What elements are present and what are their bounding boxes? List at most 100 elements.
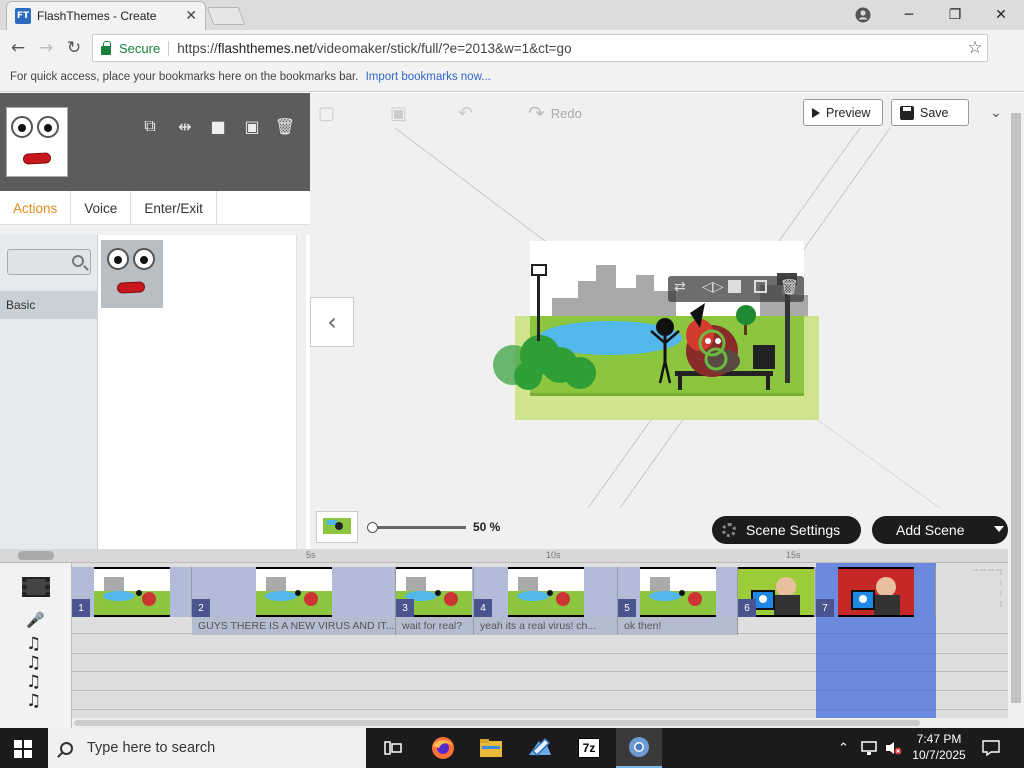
scene-1[interactable]: 1 <box>72 567 192 617</box>
scene-thumbnail-preview[interactable] <box>316 511 358 543</box>
dialog-clip[interactable]: ok then! <box>618 617 738 635</box>
zoom-slider-handle[interactable] <box>367 522 378 533</box>
windows-start-icon[interactable] <box>14 740 32 758</box>
character-thumbnail[interactable] <box>6 107 68 177</box>
7zip-icon[interactable]: 7z <box>566 728 612 768</box>
taskbar-search-placeholder: Type here to search <box>87 740 216 756</box>
page-scrollbar-thumb[interactable] <box>1011 113 1021 703</box>
url-scheme: https:// <box>177 40 218 56</box>
address-bar[interactable]: Secure https://flashthemes.net/videomake… <box>92 34 988 62</box>
send-back-icon[interactable] <box>754 280 767 293</box>
browser-tab[interactable]: FT FlashThemes - Create ✕ <box>6 1 206 30</box>
dialog-clip[interactable]: yeah its a real virus! ch... <box>474 617 618 635</box>
dialog-clip[interactable]: wait for real? <box>396 617 474 635</box>
file-explorer-icon[interactable] <box>468 728 514 768</box>
clock-time: 7:47 PM <box>916 732 962 746</box>
profile-icon[interactable] <box>840 0 886 30</box>
preview-button[interactable]: Preview <box>803 99 883 126</box>
zoom-slider-track[interactable] <box>372 526 466 529</box>
minimize-icon[interactable]: ─ <box>886 0 932 30</box>
collapse-panel-button[interactable]: ‹ <box>310 297 354 347</box>
network-icon[interactable] <box>861 728 879 768</box>
close-window-icon[interactable]: ✕ <box>978 0 1024 30</box>
dialog-clip[interactable]: GUYS THERE IS A NEW VIRUS AND IT... <box>192 617 396 635</box>
redo-button[interactable]: ↷ Redo <box>528 101 582 125</box>
import-bookmarks-link[interactable]: Import bookmarks now... <box>366 71 491 83</box>
timeline-zoom-handle[interactable] <box>18 551 54 560</box>
favicon-icon: FT <box>15 8 31 24</box>
scene-number: 3 <box>396 599 414 617</box>
scene-3[interactable]: 3 <box>396 567 474 617</box>
windows-taskbar: Type here to search 7z ⌃ 7:47 PM 10/7/20… <box>0 728 1024 768</box>
play-icon <box>812 107 820 118</box>
scene-number: 4 <box>474 599 492 617</box>
reload-icon[interactable]: ↻ <box>62 36 86 60</box>
eye-icon <box>11 116 33 138</box>
swap-character-icon[interactable]: ⧉ <box>138 115 162 137</box>
url-path: /videomaker/stick/full/?e=2013&w=1&ct=go <box>313 40 572 56</box>
bring-forward-icon[interactable] <box>728 280 741 293</box>
scene-settings-button[interactable]: Scene Settings <box>712 516 861 544</box>
undo-icon[interactable]: ↶ <box>458 103 473 124</box>
eye-icon <box>107 248 129 270</box>
chevron-down-icon[interactable]: ⌄ <box>990 105 1002 121</box>
task-view-icon[interactable] <box>370 728 416 768</box>
scene-2[interactable]: 2 <box>192 567 396 617</box>
trash-icon[interactable]: 🗑 <box>273 115 297 137</box>
browser-toolbar: ← → ↻ Secure https://flashthemes.net/vid… <box>0 30 1024 66</box>
firefox-icon[interactable] <box>420 728 466 768</box>
forward-arrow-icon[interactable]: → <box>34 36 58 60</box>
flip-character-icon[interactable]: ⇹ <box>173 115 197 137</box>
taskbar-search[interactable]: Type here to search <box>48 728 366 768</box>
scene-6[interactable]: 6 <box>738 567 816 617</box>
timeline-scrollbar[interactable] <box>72 718 1008 728</box>
add-scene-button[interactable]: Add Scene <box>872 516 1008 544</box>
tab-voice[interactable]: Voice <box>71 191 132 225</box>
save-label: Save <box>920 105 949 120</box>
clock-date: 10/7/2025 <box>912 748 966 762</box>
panel-scrollbar[interactable] <box>296 235 306 549</box>
delete-icon[interactable]: 🗑 <box>780 278 799 296</box>
cut-icon[interactable]: ▢ <box>318 103 335 124</box>
copy-icon[interactable]: ▣ <box>390 103 407 124</box>
chrome-icon[interactable] <box>616 728 662 768</box>
scene-4[interactable]: 4 <box>474 567 618 617</box>
tab-actions[interactable]: Actions <box>0 191 72 225</box>
page-scrollbar[interactable] <box>1008 93 1024 728</box>
search-icon[interactable] <box>72 255 84 267</box>
timeline-scrollbar-thumb[interactable] <box>74 720 920 726</box>
swap-icon[interactable]: ⇄ <box>674 279 686 295</box>
save-button[interactable]: Save <box>891 99 969 126</box>
scene-number: 6 <box>738 599 756 617</box>
url-text[interactable]: https://flashthemes.net/videomaker/stick… <box>177 41 571 56</box>
dropdown-arrow-icon[interactable] <box>994 526 1004 532</box>
zoom-label: 50 % <box>473 520 501 534</box>
tab-close-icon[interactable]: ✕ <box>185 8 197 24</box>
system-clock[interactable]: 7:47 PM 10/7/2025 <box>906 731 972 763</box>
paint-icon[interactable] <box>517 728 563 768</box>
bring-to-front-icon[interactable]: ■ <box>206 115 230 137</box>
bookmark-star-icon[interactable]: ☆ <box>963 36 987 60</box>
ruler-tick: 15s <box>786 550 801 560</box>
category-basic[interactable]: Basic <box>0 291 98 319</box>
gear-icon <box>722 523 736 537</box>
flip-icon[interactable]: ◁▷ <box>702 279 724 295</box>
tab-enter-exit[interactable]: Enter/Exit <box>131 191 217 225</box>
scene-5[interactable]: 5 <box>618 567 738 617</box>
add-scene-placeholder[interactable] <box>972 569 1002 607</box>
notification-icon[interactable] <box>982 728 1000 768</box>
bookmarks-bar: For quick access, place your bookmarks h… <box>0 66 1024 92</box>
search-input[interactable] <box>7 249 91 275</box>
show-hidden-icons-chevron-icon[interactable]: ⌃ <box>838 728 849 768</box>
film-strip-icon <box>22 577 50 597</box>
send-to-back-icon[interactable]: ▣ <box>240 115 264 137</box>
restore-icon[interactable]: ❐ <box>932 0 978 30</box>
new-tab-button[interactable] <box>206 7 246 25</box>
bookmarks-hint: For quick access, place your bookmarks h… <box>10 71 359 83</box>
scene-7[interactable]: 7 <box>816 567 936 617</box>
chevron-left-icon: ‹ <box>327 308 337 336</box>
action-thumbnail[interactable] <box>101 240 163 308</box>
volume-muted-icon[interactable] <box>884 728 902 768</box>
back-arrow-icon[interactable]: ← <box>6 36 30 60</box>
tab-title: FlashThemes - Create <box>37 9 157 23</box>
